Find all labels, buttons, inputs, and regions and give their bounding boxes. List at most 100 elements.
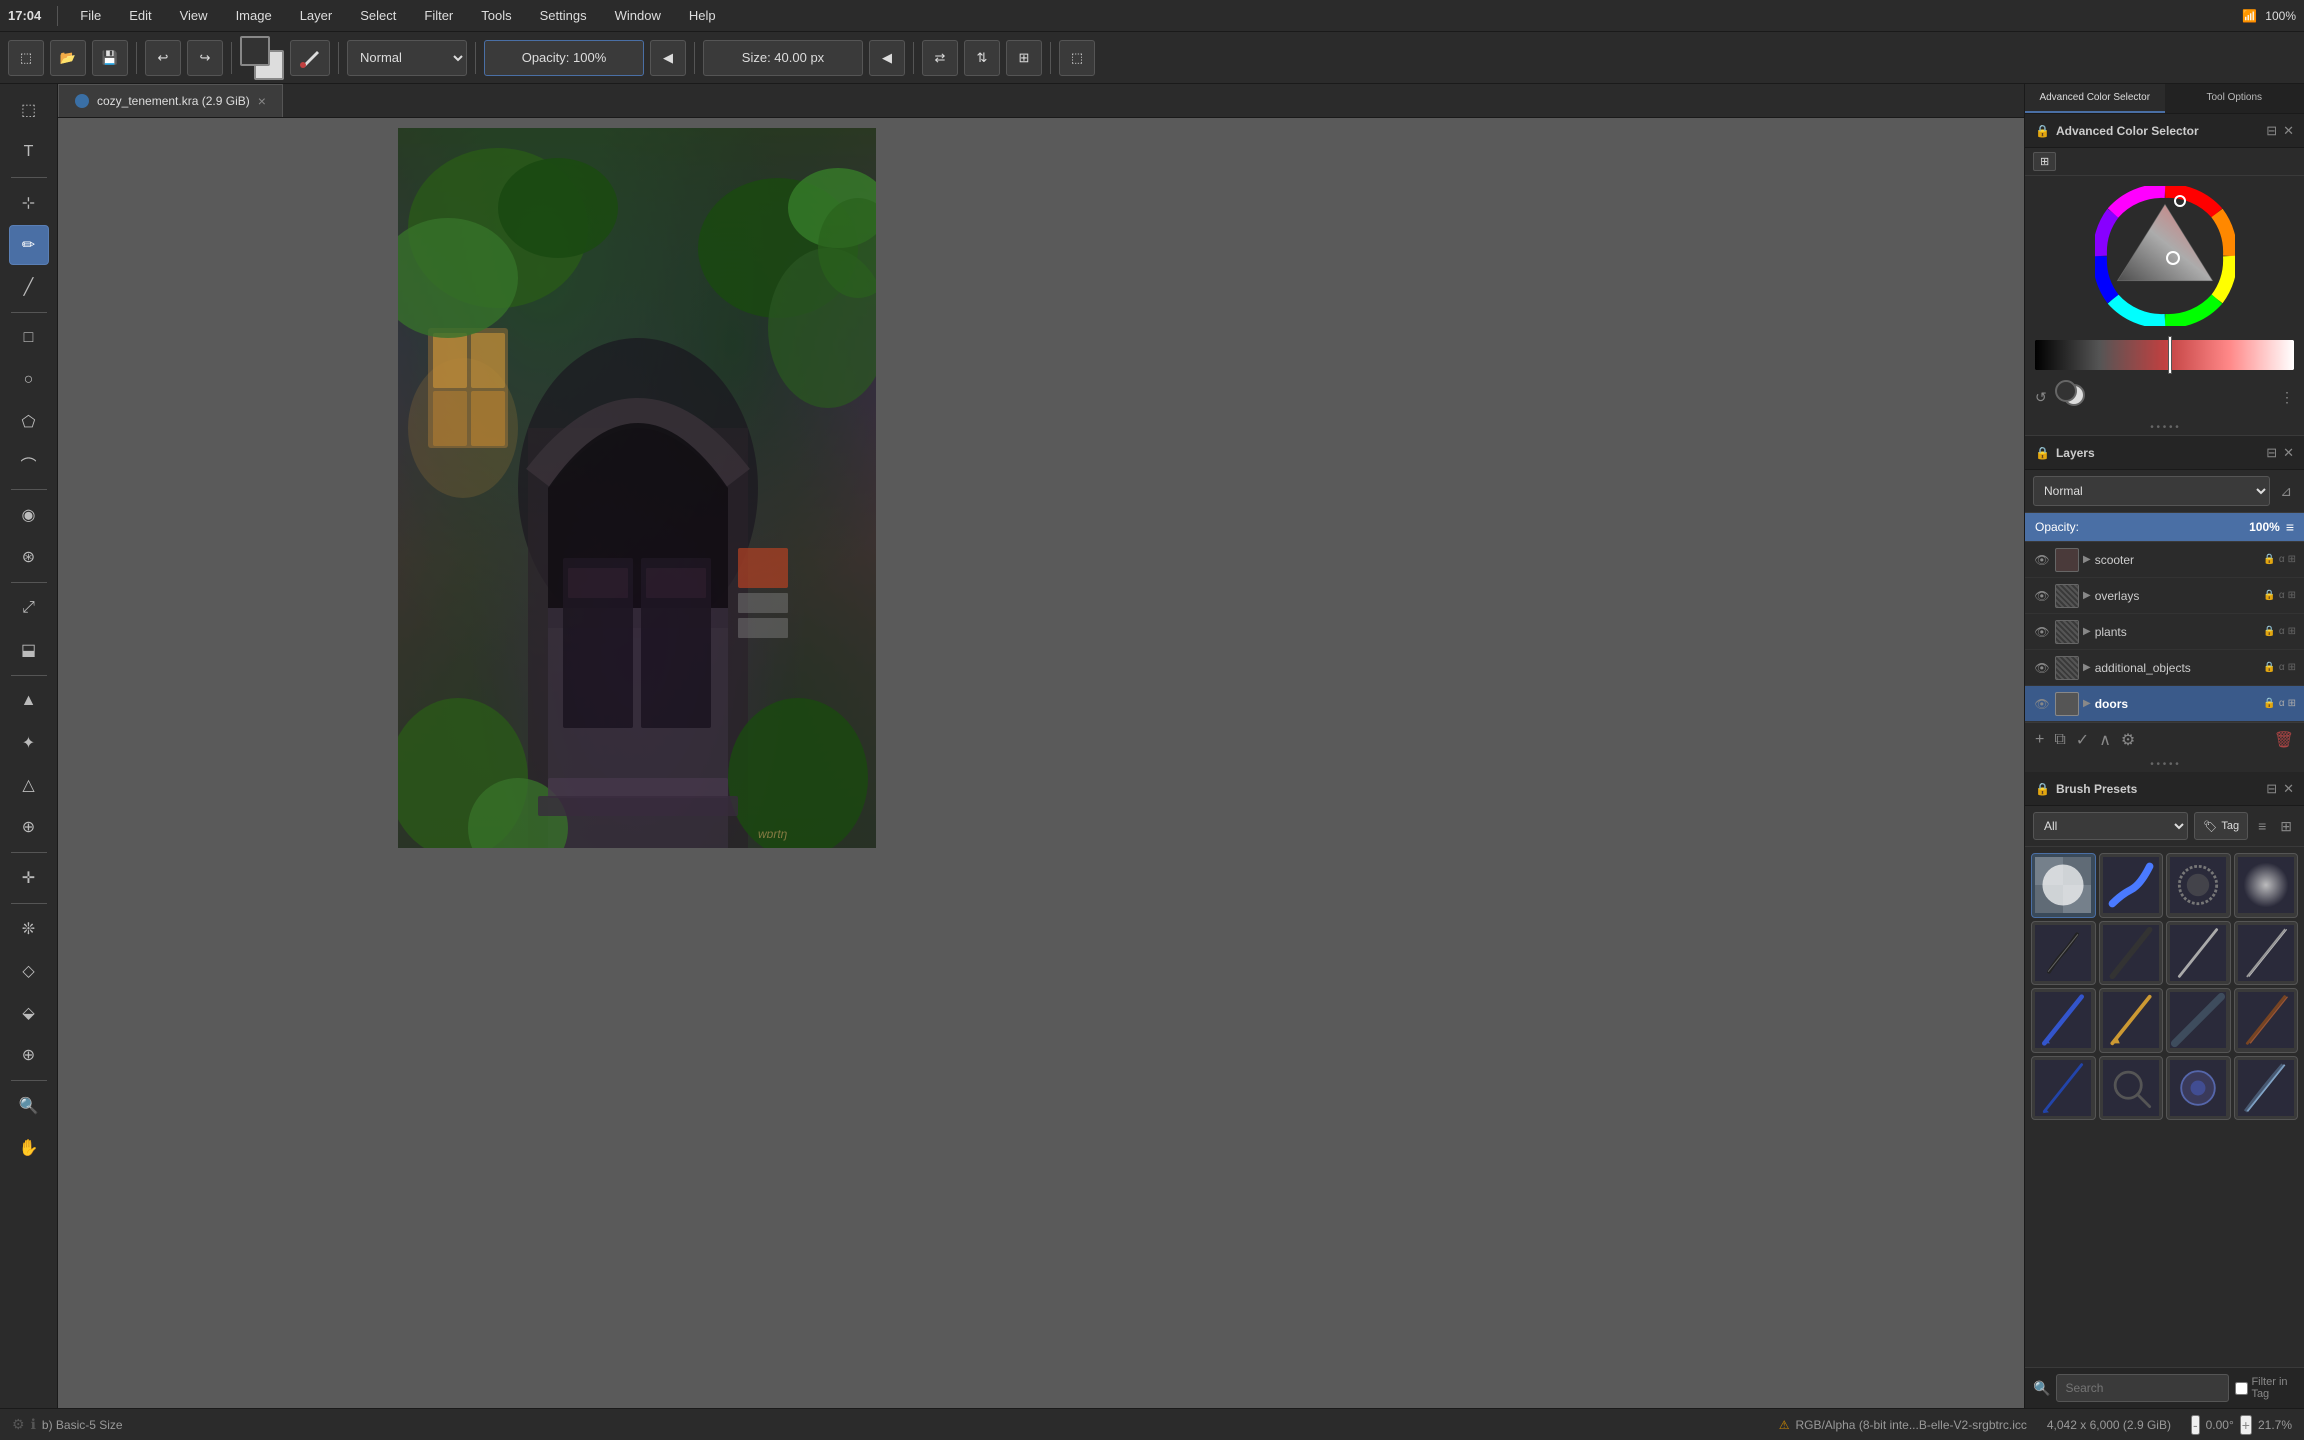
- status-zoom-out-btn[interactable]: -: [2191, 1415, 2200, 1435]
- color-panel-close-icon[interactable]: ✕: [2283, 123, 2294, 139]
- layers-delete-icon[interactable]: 🗑: [2272, 728, 2296, 752]
- menu-filter[interactable]: Filter: [418, 6, 459, 25]
- menu-view[interactable]: View: [174, 6, 214, 25]
- mirror-h-button[interactable]: ⇄: [922, 40, 958, 76]
- layers-add-icon[interactable]: +: [2033, 729, 2046, 751]
- menu-layer[interactable]: Layer: [294, 6, 339, 25]
- menu-tools[interactable]: Tools: [475, 6, 517, 25]
- tool-zoom[interactable]: 🔍: [9, 1086, 49, 1126]
- tool-rect[interactable]: □: [9, 318, 49, 358]
- color-wheel-container[interactable]: [2025, 176, 2304, 336]
- tab-advanced-color-selector[interactable]: Advanced Color Selector: [2025, 84, 2165, 113]
- tool-bezier-select[interactable]: ◇: [9, 951, 49, 991]
- brush-preset-extra-1[interactable]: [2166, 1056, 2231, 1121]
- color-panel-detach-icon[interactable]: ⊟: [2266, 123, 2277, 139]
- undo-button[interactable]: ↩: [145, 40, 181, 76]
- brush-preset-pen-gold[interactable]: [2099, 988, 2164, 1053]
- brush-preset-extra-2[interactable]: [2234, 1056, 2299, 1121]
- menu-edit[interactable]: Edit: [123, 6, 157, 25]
- tool-ellipse[interactable]: ○: [9, 360, 49, 400]
- menu-settings[interactable]: Settings: [534, 6, 593, 25]
- brush-search-input[interactable]: [2056, 1374, 2229, 1402]
- tool-colorpicker[interactable]: ✦: [9, 723, 49, 763]
- tool-brush[interactable]: ✏: [9, 225, 49, 265]
- new-file-button[interactable]: ⬚: [8, 40, 44, 76]
- tool-fill[interactable]: ▲: [9, 681, 49, 721]
- tool-line[interactable]: ╱: [9, 267, 49, 307]
- brush-category-select[interactable]: All: [2033, 812, 2188, 840]
- layers-blend-mode-select[interactable]: Normal Multiply Screen Overlay: [2033, 476, 2270, 506]
- menu-select[interactable]: Select: [354, 6, 402, 25]
- brush-list-view-icon[interactable]: ≡: [2254, 816, 2270, 836]
- tool-move[interactable]: ✛: [9, 858, 49, 898]
- color-grid-view-btn[interactable]: ⊞: [2033, 152, 2056, 171]
- tool-text[interactable]: T: [9, 132, 49, 172]
- color-config-icon[interactable]: ⋮: [2280, 389, 2294, 406]
- brush-detach-icon[interactable]: ⊟: [2266, 781, 2277, 797]
- layer-eye-doors[interactable]: 👁: [2033, 695, 2051, 713]
- tool-zoom-select[interactable]: ⊕: [9, 1035, 49, 1075]
- brush-preset-pencil-blue[interactable]: [2031, 1056, 2096, 1121]
- opacity-input[interactable]: Opacity: 100%: [484, 40, 644, 76]
- brush-preset-pen-marker[interactable]: [2099, 921, 2164, 986]
- layers-properties-icon[interactable]: ⚙: [2119, 728, 2137, 752]
- menu-window[interactable]: Window: [609, 6, 667, 25]
- layers-group-icon[interactable]: ✓: [2074, 728, 2091, 752]
- layers-filter-icon[interactable]: ⊿: [2276, 479, 2296, 504]
- color-panel-resize[interactable]: • • • • •: [2025, 420, 2304, 435]
- canvas-tab-main[interactable]: cozy_tenement.kra (2.9 GiB) ×: [58, 84, 283, 117]
- status-settings-icon[interactable]: ⚙: [12, 1416, 25, 1433]
- brush-preset-pen-sketch[interactable]: [2234, 988, 2299, 1053]
- status-zoom-in-btn[interactable]: +: [2240, 1415, 2252, 1435]
- tool-select[interactable]: ⬚: [9, 90, 49, 130]
- layer-item-additional-objects[interactable]: 👁 ▶ additional_objects 🔒 α ⊞: [2025, 650, 2304, 686]
- brush-filter-in-tag-checkbox[interactable]: [2235, 1382, 2248, 1395]
- brush-preset-basic-soft[interactable]: [2234, 853, 2299, 918]
- color-refresh-icon[interactable]: ↺: [2035, 389, 2047, 406]
- brush-filter-in-tag-label[interactable]: Filter in Tag: [2235, 1376, 2296, 1400]
- layers-ungroup-icon[interactable]: ∧: [2097, 728, 2113, 752]
- tool-transform[interactable]: ⤢: [9, 588, 49, 628]
- brush-preset-basic-paint[interactable]: [2099, 853, 2164, 918]
- wrap-button[interactable]: ⊞: [1006, 40, 1042, 76]
- opacity-down-button[interactable]: ◀: [650, 40, 686, 76]
- brush-close-icon[interactable]: ✕: [2283, 781, 2294, 797]
- brush-preset-search-more[interactable]: [2099, 1056, 2164, 1121]
- mirror-v-button[interactable]: ⇅: [964, 40, 1000, 76]
- save-file-button[interactable]: 💾: [92, 40, 128, 76]
- layers-copy-icon[interactable]: ⧉: [2052, 729, 2067, 751]
- tool-clone[interactable]: ⊕: [9, 807, 49, 847]
- tool-similar-select[interactable]: ⊛: [9, 537, 49, 577]
- layer-expand-overlays[interactable]: ▶: [2083, 590, 2091, 601]
- brush-tag-button[interactable]: 🏷 Tag: [2194, 812, 2248, 840]
- layer-item-doors[interactable]: 👁 ▶ doors 🔒 α ⊞: [2025, 686, 2304, 722]
- fg-color-dot[interactable]: [2055, 380, 2077, 402]
- tool-polygon[interactable]: ⬠: [9, 402, 49, 442]
- layer-expand-plants[interactable]: ▶: [2083, 626, 2091, 637]
- color-gradient-bar[interactable]: [2035, 340, 2294, 370]
- blend-mode-select[interactable]: Normal Multiply Screen Overlay: [347, 40, 467, 76]
- layer-item-overlays[interactable]: 👁 ▶ overlays 🔒 α ⊞: [2025, 578, 2304, 614]
- zoom-fit-button[interactable]: ⬚: [1059, 40, 1095, 76]
- menu-help[interactable]: Help: [683, 6, 722, 25]
- size-input[interactable]: Size: 40.00 px: [703, 40, 863, 76]
- layer-eye-plants[interactable]: 👁: [2033, 623, 2051, 641]
- tool-path[interactable]: ⌒: [9, 444, 49, 484]
- status-info-icon[interactable]: ℹ: [31, 1416, 36, 1433]
- tool-contiguous-select[interactable]: ◉: [9, 495, 49, 535]
- redo-button[interactable]: ↪: [187, 40, 223, 76]
- brush-preset-eraser[interactable]: [2031, 853, 2096, 918]
- canvas-scroll-area[interactable]: wɒrtŋ: [58, 118, 2024, 1408]
- layer-item-plants[interactable]: 👁 ▶ plants 🔒 α ⊞: [2025, 614, 2304, 650]
- layer-eye-scooter[interactable]: 👁: [2033, 551, 2051, 569]
- tool-hand[interactable]: ✋: [9, 1128, 49, 1168]
- brush-preset-pen-light[interactable]: [2166, 921, 2231, 986]
- canvas-tab-close[interactable]: ×: [258, 93, 266, 109]
- layer-item-scooter[interactable]: 👁 ▶ scooter 🔒 α ⊞: [2025, 542, 2304, 578]
- layer-expand-additional-objects[interactable]: ▶: [2083, 662, 2091, 673]
- layer-expand-doors[interactable]: ▶: [2083, 698, 2091, 709]
- brush-preset-pen-ink[interactable]: [2031, 921, 2096, 986]
- layers-panel-resize[interactable]: • • • • •: [2025, 757, 2304, 772]
- layer-eye-overlays[interactable]: 👁: [2033, 587, 2051, 605]
- tool-freehand-select[interactable]: ⊹: [9, 183, 49, 223]
